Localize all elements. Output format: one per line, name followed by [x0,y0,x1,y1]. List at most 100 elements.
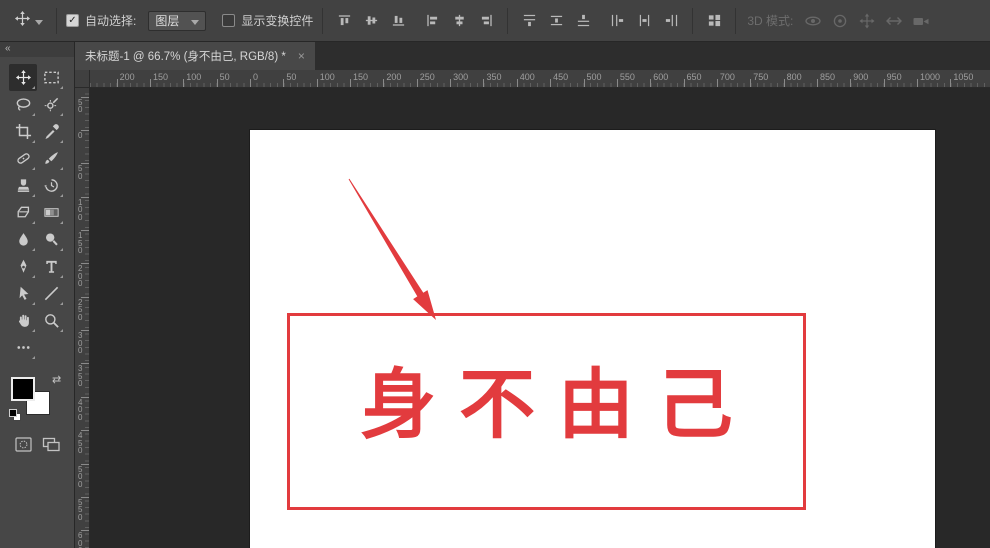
horizontal-ruler[interactable]: 2001501005005010015020025030035040045050… [90,70,990,88]
tool-gradient[interactable] [37,199,65,226]
color-swatches: ⇄ [0,369,74,431]
align-horizontal-centers-icon[interactable] [447,9,471,33]
v-ruler-label: 4 5 0 [78,432,82,455]
h-ruler-label: 0 [253,72,258,82]
ruler-origin-corner[interactable] [75,70,90,88]
h-ruler-label: 200 [120,72,135,82]
auto-align-layers-icon[interactable] [702,9,726,33]
h-ruler-label: 250 [420,72,435,82]
h-ruler-label: 450 [553,72,568,82]
document-tab[interactable]: 未标题-1 @ 66.7% (身不由己, RGB/8) * × [75,42,315,70]
h-ruler-label: 100 [320,72,335,82]
tool-rectangular-marquee[interactable] [37,64,65,91]
align-vertical-centers-icon[interactable] [359,9,383,33]
show-transform-label: 显示变换控件 [241,12,313,29]
tools-panel: « ⇄ [0,42,75,548]
v-ruler-label: 3 5 0 [78,365,82,388]
align-right-edges-icon[interactable] [474,9,498,33]
divider [735,8,736,34]
active-tool-preset[interactable] [10,10,47,32]
tool-spot-healing-brush[interactable] [9,145,37,172]
tool-dodge[interactable] [37,226,65,253]
h-ruler-label: 500 [587,72,602,82]
tool-pen[interactable] [9,253,37,280]
tool-hand[interactable] [9,307,37,334]
h-ruler-label: 1000 [920,72,940,82]
v-ruler-label: 5 0 [78,99,82,114]
v-ruler-label: 4 0 0 [78,399,82,422]
canvas-area[interactable]: 身不由己 [90,88,990,548]
tool-eyedropper[interactable] [37,118,65,145]
tool-zoom[interactable] [37,307,65,334]
distribute-horizontal-centers-icon[interactable] [632,9,656,33]
align-left-edges-icon[interactable] [420,9,444,33]
tool-path-selection[interactable] [9,280,37,307]
show-transform-checkbox[interactable]: ✓ [222,14,235,27]
distribute-right-edges-icon[interactable] [659,9,683,33]
v-ruler-label: 2 5 0 [78,299,82,322]
divider [692,8,693,34]
tool-eraser[interactable] [9,199,37,226]
quick-mask-icon[interactable] [15,437,32,457]
move-icon [14,10,31,32]
layer-dropdown-value: 图层 [155,12,179,29]
foreground-color-swatch[interactable] [11,377,35,401]
3d-drag-icon[interactable] [855,9,879,33]
chevron-down-icon [191,14,199,28]
3d-mode-group [801,9,933,33]
document-canvas[interactable]: 身不由己 [250,130,935,548]
swap-colors-icon[interactable]: ⇄ [52,373,61,386]
align-top-edges-icon[interactable] [332,9,356,33]
3d-roll-icon[interactable] [828,9,852,33]
h-ruler-label: 100 [186,72,201,82]
red-rectangle-annotation: 身不由己 [287,313,806,510]
photoshop-window: ✓ 自动选择: 图层 ✓ 显示变换控件 3D 模式: « ⇄ [0,0,990,548]
auto-select-label: 自动选择: [85,12,136,29]
h-ruler-label: 750 [753,72,768,82]
tool-clone-stamp[interactable] [9,172,37,199]
document-tab-title: 未标题-1 @ 66.7% (身不由己, RGB/8) * [85,48,286,64]
layer-dropdown[interactable]: 图层 [148,11,206,31]
h-ruler-label: 700 [720,72,735,82]
h-ruler-label: 550 [620,72,635,82]
tool-move[interactable] [9,64,37,91]
collapse-panel-button[interactable]: « [0,42,74,57]
tool-type[interactable] [37,253,65,280]
3d-rotate-icon[interactable] [801,9,825,33]
tool-blur[interactable] [9,226,37,253]
h-ruler-label: 800 [787,72,802,82]
h-ruler-label: 900 [853,72,868,82]
h-ruler-label: 150 [153,72,168,82]
tool-line[interactable] [37,280,65,307]
tool-lasso[interactable] [9,91,37,118]
distribute-bottom-edges-icon[interactable] [571,9,595,33]
v-ruler-label: 0 [78,132,82,140]
h-ruler-label: 50 [220,72,230,82]
3d-mode-label: 3D 模式: [747,12,793,29]
3d-zoom-icon[interactable] [909,9,933,33]
tool-edit-toolbar[interactable] [9,334,37,361]
tool-history-brush[interactable] [37,172,65,199]
h-ruler-label: 850 [820,72,835,82]
distribute-left-edges-icon[interactable] [605,9,629,33]
distribute-top-edges-icon[interactable] [517,9,541,33]
divider [56,8,57,34]
h-ruler-label: 300 [453,72,468,82]
auto-select-checkbox[interactable]: ✓ [66,14,79,27]
distribute-vertical-centers-icon[interactable] [544,9,568,33]
align-bottom-edges-icon[interactable] [386,9,410,33]
3d-slide-icon[interactable] [882,9,906,33]
tool-quick-selection[interactable] [37,91,65,118]
screen-mode-icon[interactable] [42,437,60,457]
tool-brush[interactable] [37,145,65,172]
divider [507,8,508,34]
h-ruler-label: 650 [687,72,702,82]
close-tab-icon[interactable]: × [298,50,305,62]
default-colors-icon[interactable] [9,409,22,422]
options-bar: ✓ 自动选择: 图层 ✓ 显示变换控件 3D 模式: [0,0,990,42]
h-ruler-label: 350 [486,72,501,82]
h-ruler-label: 600 [653,72,668,82]
tab-bar: 未标题-1 @ 66.7% (身不由己, RGB/8) * × [75,42,990,70]
vertical-ruler[interactable]: 5 005 01 0 01 5 02 0 02 5 03 0 03 5 04 0… [75,88,90,548]
tool-crop[interactable] [9,118,37,145]
